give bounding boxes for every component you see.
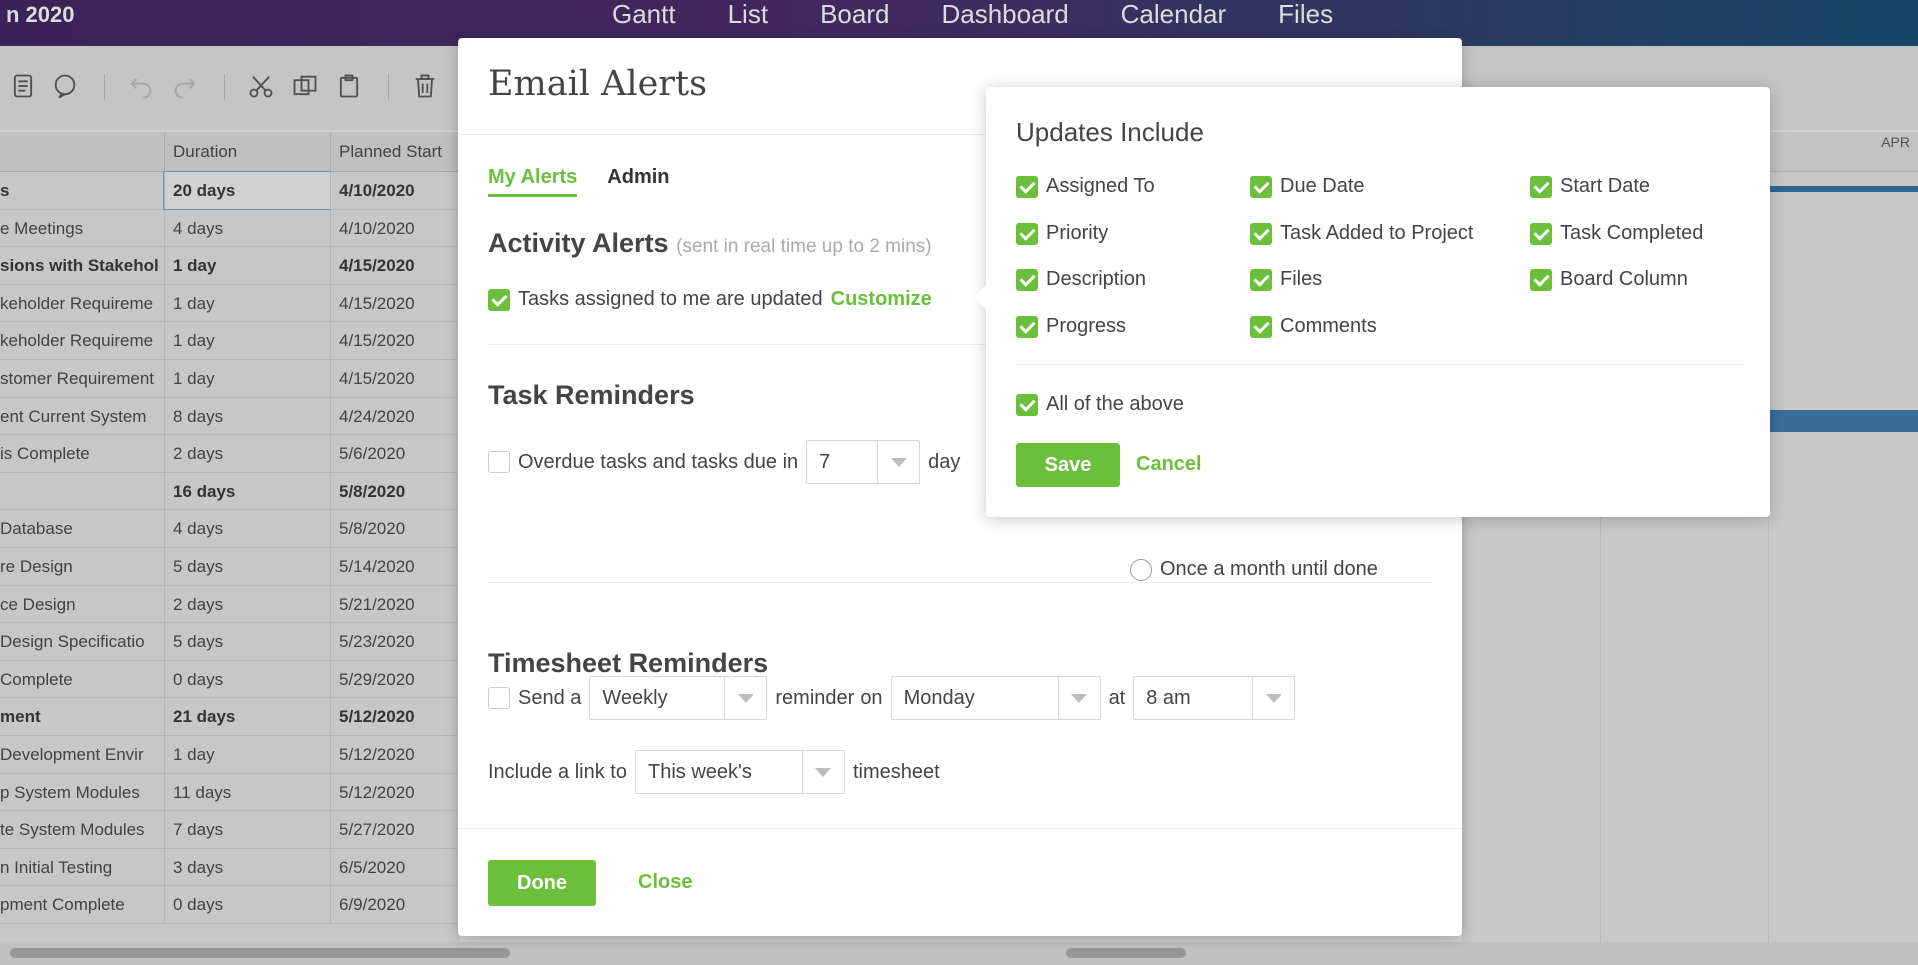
divider bbox=[458, 828, 1462, 829]
tasks-updated-label: Tasks assigned to me are updated bbox=[518, 288, 823, 310]
description-checkbox[interactable] bbox=[1016, 268, 1038, 291]
days-value: 7 bbox=[819, 450, 831, 473]
timesheet-reminders-heading: Timesheet Reminders bbox=[488, 648, 769, 678]
activity-alerts-heading: Activity Alerts (sent in real time up to… bbox=[488, 228, 932, 259]
save-button[interactable]: Save bbox=[1016, 443, 1120, 487]
activity-alert-row: Tasks assigned to me are updated Customi… bbox=[488, 288, 932, 311]
option-label: Start Date bbox=[1560, 175, 1651, 197]
option-due-date[interactable]: Due Date bbox=[1250, 175, 1365, 198]
reminder-label: reminder bbox=[775, 686, 855, 709]
updates-include-popover: Updates Include Assigned To Due Date Sta… bbox=[974, 87, 1770, 517]
option-label: Due Date bbox=[1280, 175, 1365, 197]
time-value: 8 am bbox=[1146, 686, 1191, 709]
option-label: Assigned To bbox=[1046, 175, 1155, 197]
include-link-label: Include a link to bbox=[488, 760, 627, 783]
activity-alerts-note: (sent in real time up to 2 mins) bbox=[676, 236, 932, 257]
option-assigned-to[interactable]: Assigned To bbox=[1016, 175, 1155, 198]
task-reminders-heading: Task Reminders bbox=[488, 380, 695, 410]
send-a-label: Send a bbox=[518, 686, 582, 709]
timesheet-reminder-checkbox[interactable] bbox=[488, 687, 510, 709]
option-all-of-the-above[interactable]: All of the above bbox=[1016, 393, 1184, 416]
overdue-tasks-checkbox[interactable] bbox=[488, 451, 510, 473]
due-date-checkbox[interactable] bbox=[1250, 175, 1272, 198]
weekday-dropdown[interactable]: Monday bbox=[890, 676, 1101, 720]
popover-arrow bbox=[974, 285, 986, 309]
option-priority[interactable]: Priority bbox=[1016, 222, 1108, 245]
progress-checkbox[interactable] bbox=[1016, 315, 1038, 338]
tab-admin[interactable]: Admin bbox=[607, 166, 669, 197]
option-label: Files bbox=[1280, 268, 1323, 290]
done-button[interactable]: Done bbox=[488, 860, 596, 906]
frequency-dropdown[interactable]: Weekly bbox=[589, 676, 768, 720]
option-label: Progress bbox=[1046, 315, 1127, 337]
overdue-tasks-label: Overdue tasks and tasks due in bbox=[518, 450, 799, 473]
task-added-checkbox[interactable] bbox=[1250, 222, 1272, 245]
timesheet-suffix: timesheet bbox=[852, 760, 940, 783]
option-label: Task Added to Project bbox=[1280, 222, 1474, 244]
all-of-the-above-checkbox[interactable] bbox=[1016, 393, 1038, 416]
start-date-checkbox[interactable] bbox=[1530, 175, 1552, 198]
timesheet-link-row: Include a link to This week's timesheet bbox=[488, 750, 940, 794]
option-board-column[interactable]: Board Column bbox=[1530, 268, 1688, 291]
assigned-to-checkbox[interactable] bbox=[1016, 175, 1038, 198]
chevron-down-icon bbox=[1057, 677, 1100, 719]
monthly-option-row: Once a month until done bbox=[1130, 558, 1378, 581]
close-button[interactable]: Close bbox=[638, 871, 692, 894]
timesheet-period-dropdown[interactable]: This week's bbox=[634, 750, 845, 794]
once-a-month-radio[interactable] bbox=[1130, 558, 1152, 581]
option-label: Comments bbox=[1280, 315, 1377, 337]
option-label: Priority bbox=[1046, 222, 1109, 244]
tasks-updated-checkbox[interactable] bbox=[488, 288, 510, 311]
popover-title: Updates Include bbox=[1016, 117, 1204, 147]
option-comments[interactable]: Comments bbox=[1250, 315, 1377, 338]
chevron-down-icon bbox=[1252, 677, 1294, 719]
comments-checkbox[interactable] bbox=[1250, 315, 1272, 338]
option-task-completed[interactable]: Task Completed bbox=[1530, 222, 1703, 245]
tab-my-alerts[interactable]: My Alerts bbox=[488, 166, 578, 197]
board-column-checkbox[interactable] bbox=[1530, 268, 1552, 291]
divider bbox=[488, 582, 1432, 583]
chevron-down-icon bbox=[724, 677, 766, 719]
once-a-month-label: Once a month until done bbox=[1160, 558, 1378, 580]
option-description[interactable]: Description bbox=[1016, 268, 1146, 291]
chevron-down-icon bbox=[877, 441, 919, 483]
priority-checkbox[interactable] bbox=[1016, 222, 1038, 245]
chevron-down-icon bbox=[801, 751, 844, 793]
alerts-tabs: My Alerts Admin bbox=[488, 166, 670, 197]
days-dropdown[interactable]: 7 bbox=[806, 440, 921, 484]
timesheet-reminder-row: Send a Weekly reminder on Monday at 8 am bbox=[488, 676, 1303, 720]
timesheet-period-value: This week's bbox=[647, 760, 752, 783]
option-label: Task Completed bbox=[1560, 222, 1704, 244]
option-task-added[interactable]: Task Added to Project bbox=[1250, 222, 1473, 245]
time-dropdown[interactable]: 8 am bbox=[1133, 676, 1296, 720]
task-completed-checkbox[interactable] bbox=[1530, 222, 1552, 245]
at-label: at bbox=[1108, 686, 1126, 709]
option-label: Description bbox=[1046, 268, 1147, 290]
activity-alerts-title: Activity Alerts bbox=[488, 228, 669, 258]
task-reminder-row: Overdue tasks and tasks due in 7 day bbox=[488, 440, 960, 484]
option-label: Board Column bbox=[1560, 268, 1688, 290]
days-suffix: day bbox=[928, 450, 961, 473]
cancel-button[interactable]: Cancel bbox=[1136, 453, 1202, 476]
option-progress[interactable]: Progress bbox=[1016, 315, 1126, 338]
dialog-title: Email Alerts bbox=[488, 64, 708, 104]
option-label: All of the above bbox=[1046, 393, 1184, 415]
weekday-value: Monday bbox=[903, 686, 975, 709]
files-checkbox[interactable] bbox=[1250, 268, 1272, 291]
on-label: on bbox=[860, 686, 883, 709]
option-start-date[interactable]: Start Date bbox=[1530, 175, 1650, 198]
frequency-value: Weekly bbox=[602, 686, 668, 709]
option-files[interactable]: Files bbox=[1250, 268, 1322, 291]
divider bbox=[1016, 364, 1744, 365]
customize-link[interactable]: Customize bbox=[831, 288, 932, 311]
